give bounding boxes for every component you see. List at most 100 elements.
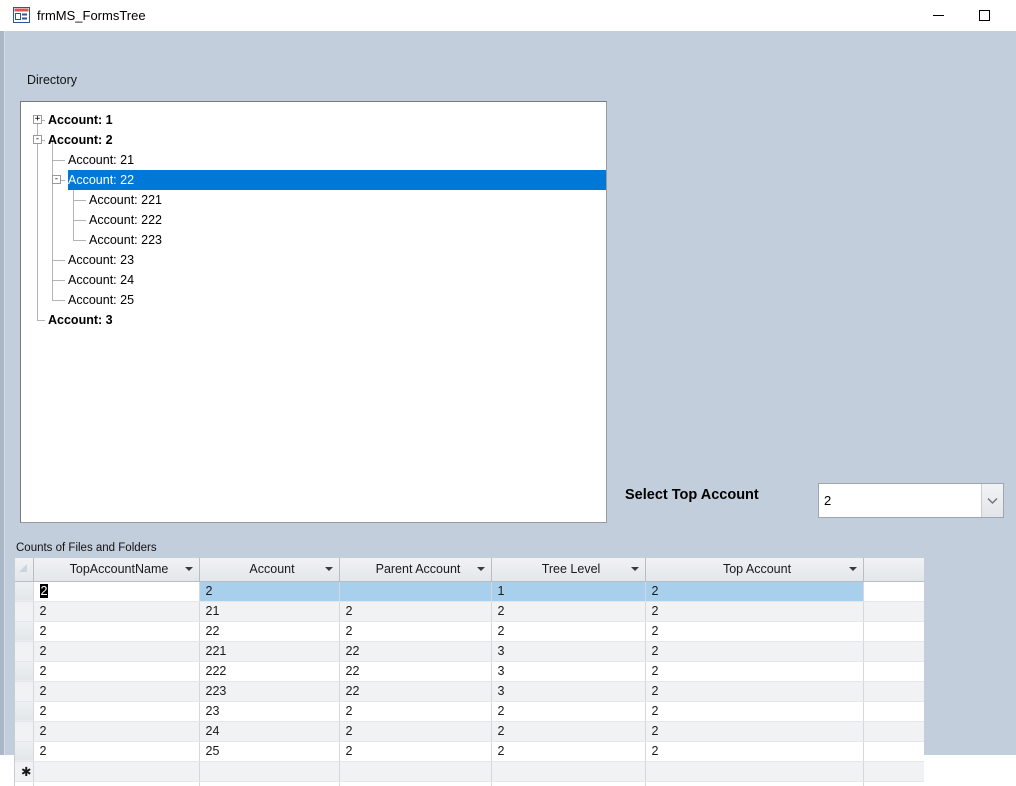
datasheet-cell[interactable]: 2 bbox=[645, 641, 864, 662]
row-selector[interactable] bbox=[15, 721, 34, 742]
datasheet-row[interactable]: 2 222 22 3 2 bbox=[15, 661, 924, 682]
datasheet-cell[interactable]: 2 bbox=[645, 721, 864, 742]
datasheet-row[interactable]: 2 22 2 2 2 bbox=[15, 621, 924, 642]
datasheet-cell[interactable] bbox=[339, 581, 492, 602]
datasheet-cell[interactable]: 2 bbox=[339, 721, 492, 742]
row-selector[interactable] bbox=[15, 701, 34, 722]
datasheet-cell[interactable]: 3 bbox=[491, 661, 646, 682]
datasheet-row[interactable]: 2212 bbox=[15, 581, 924, 602]
datasheet-cell[interactable]: 3 bbox=[491, 681, 646, 702]
column-header-top-account[interactable]: Top Account bbox=[645, 558, 864, 582]
datasheet-cell[interactable]: 2 bbox=[645, 701, 864, 722]
datasheet-cell[interactable]: 2 bbox=[491, 601, 646, 622]
datasheet-cell[interactable]: 2 bbox=[491, 621, 646, 642]
datasheet-row[interactable]: 2 223 22 3 2 bbox=[15, 681, 924, 702]
datasheet-row[interactable]: 2 21 2 2 2 bbox=[15, 601, 924, 622]
datasheet-cell[interactable]: 2 bbox=[645, 581, 864, 602]
datasheet-cell[interactable]: 2 bbox=[33, 581, 200, 602]
filter-dropdown-icon[interactable] bbox=[324, 567, 333, 571]
datasheet-cell[interactable] bbox=[339, 761, 492, 782]
filter-dropdown-icon[interactable] bbox=[184, 567, 193, 571]
column-header-topaccountname[interactable]: TopAccountName bbox=[33, 558, 200, 582]
datasheet-cell[interactable]: 22 bbox=[339, 641, 492, 662]
maximize-button[interactable] bbox=[961, 0, 1007, 31]
minimize-button[interactable] bbox=[915, 0, 961, 31]
datasheet-cell[interactable]: 3 bbox=[491, 641, 646, 662]
new-record-row[interactable]: ✱ bbox=[15, 761, 924, 782]
tree-node[interactable]: + Account: 1 bbox=[21, 110, 606, 130]
collapse-node-icon[interactable]: - bbox=[52, 175, 61, 184]
tree-node[interactable]: - Account: 2 bbox=[21, 130, 606, 150]
counts-datasheet[interactable]: TopAccountName Account Parent Account Tree … bbox=[14, 557, 924, 786]
select-top-account-combobox[interactable]: 2 bbox=[818, 483, 1004, 518]
datasheet-cell[interactable]: 2 bbox=[645, 661, 864, 682]
datasheet-cell[interactable]: 2 bbox=[33, 741, 200, 762]
datasheet-cell[interactable]: 22 bbox=[339, 661, 492, 682]
datasheet-cell[interactable]: 25 bbox=[199, 741, 340, 762]
datasheet-cell[interactable]: 21 bbox=[199, 601, 340, 622]
filter-dropdown-icon[interactable] bbox=[630, 567, 639, 571]
collapse-node-icon[interactable]: - bbox=[33, 135, 42, 144]
datasheet-cell[interactable]: 2 bbox=[645, 601, 864, 622]
tree-node[interactable]: Account: 222 bbox=[21, 210, 606, 230]
tree-node[interactable]: Account: 21 bbox=[21, 150, 606, 170]
datasheet-cell[interactable]: 2 bbox=[33, 721, 200, 742]
row-selector[interactable] bbox=[15, 621, 34, 642]
datasheet-cell[interactable]: 2 bbox=[339, 621, 492, 642]
tree-node[interactable]: - Account: 22 bbox=[52, 170, 606, 190]
column-header-tree-level[interactable]: Tree Level bbox=[491, 558, 646, 582]
directory-treeview[interactable]: + Account: 1- Account: 2 Account: 21- Accoun… bbox=[20, 101, 607, 523]
datasheet-row[interactable]: 2 221 22 3 2 bbox=[15, 641, 924, 662]
tree-node[interactable]: Account: 24 bbox=[21, 270, 606, 290]
datasheet-cell[interactable]: 2 bbox=[339, 741, 492, 762]
column-header-account[interactable]: Account bbox=[199, 558, 340, 582]
filter-dropdown-icon[interactable] bbox=[848, 567, 857, 571]
tree-node[interactable]: Account: 221 bbox=[21, 190, 606, 210]
datasheet-cell[interactable]: 2 bbox=[199, 581, 340, 602]
chevron-down-icon[interactable] bbox=[981, 484, 1003, 517]
datasheet-cell[interactable]: 1 bbox=[491, 581, 646, 602]
row-selector[interactable] bbox=[15, 601, 34, 622]
column-header-parent-account[interactable]: Parent Account bbox=[339, 558, 492, 582]
datasheet-row[interactable]: 2 24 2 2 2 bbox=[15, 721, 924, 742]
row-selector[interactable] bbox=[15, 641, 34, 662]
row-selector[interactable] bbox=[15, 741, 34, 762]
tree-node[interactable]: Account: 23 bbox=[21, 250, 606, 270]
datasheet-row[interactable]: 2 23 2 2 2 bbox=[15, 701, 924, 722]
datasheet-cell[interactable]: 2 bbox=[491, 741, 646, 762]
datasheet-row[interactable]: 2 25 2 2 2 bbox=[15, 741, 924, 762]
datasheet-cell[interactable]: 22 bbox=[199, 621, 340, 642]
datasheet-cell[interactable]: 2 bbox=[33, 661, 200, 682]
datasheet-cell[interactable]: 2 bbox=[645, 681, 864, 702]
datasheet-cell[interactable]: 2 bbox=[33, 601, 200, 622]
datasheet-cell[interactable]: 222 bbox=[199, 661, 340, 682]
datasheet-cell[interactable]: 221 bbox=[199, 641, 340, 662]
datasheet-cell[interactable]: 2 bbox=[491, 721, 646, 742]
datasheet-cell[interactable]: 2 bbox=[339, 701, 492, 722]
datasheet-cell[interactable] bbox=[199, 761, 340, 782]
datasheet-cell[interactable]: 23 bbox=[199, 701, 340, 722]
datasheet-cell[interactable]: 24 bbox=[199, 721, 340, 742]
expand-node-icon[interactable]: + bbox=[33, 115, 42, 124]
datasheet-cell[interactable]: 22 bbox=[339, 681, 492, 702]
datasheet-cell[interactable] bbox=[491, 761, 646, 782]
datasheet-cell[interactable]: 223 bbox=[199, 681, 340, 702]
datasheet-cell[interactable] bbox=[33, 761, 200, 782]
new-record-asterisk-icon[interactable]: ✱ bbox=[15, 761, 34, 782]
datasheet-cell[interactable]: 2 bbox=[33, 681, 200, 702]
datasheet-cell[interactable]: 2 bbox=[645, 741, 864, 762]
datasheet-cell[interactable]: 2 bbox=[491, 701, 646, 722]
tree-node[interactable]: Account: 223 bbox=[21, 230, 606, 250]
datasheet-cell[interactable]: 2 bbox=[33, 641, 200, 662]
datasheet-cell[interactable]: 2 bbox=[339, 601, 492, 622]
tree-node[interactable]: Account: 25 bbox=[21, 290, 606, 310]
datasheet-cell[interactable]: 2 bbox=[33, 621, 200, 642]
datasheet-cell[interactable] bbox=[645, 761, 864, 782]
row-selector[interactable] bbox=[15, 581, 34, 602]
filter-dropdown-icon[interactable] bbox=[476, 567, 485, 571]
select-all-corner[interactable] bbox=[15, 558, 34, 582]
datasheet-cell[interactable]: 2 bbox=[33, 701, 200, 722]
tree-node[interactable]: Account: 3 bbox=[21, 310, 606, 330]
row-selector[interactable] bbox=[15, 661, 34, 682]
datasheet-cell[interactable]: 2 bbox=[645, 621, 864, 642]
